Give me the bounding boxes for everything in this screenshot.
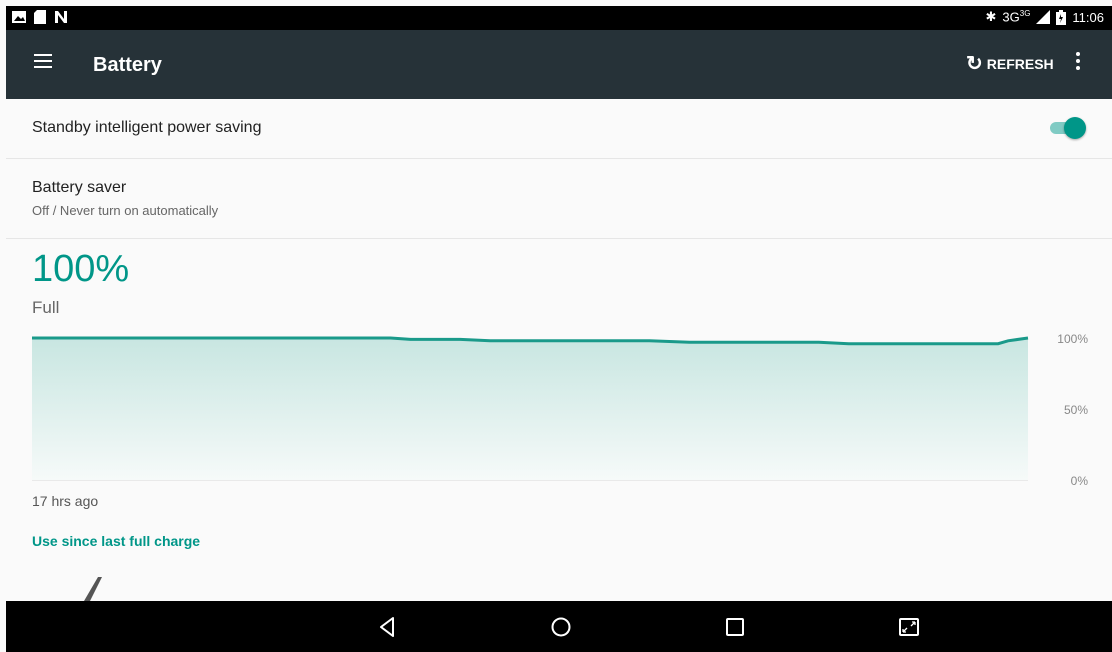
navigation-bar — [6, 601, 1112, 652]
use-since-full-charge-header[interactable]: Use since last full charge — [32, 533, 200, 549]
screen-resize-icon[interactable] — [895, 613, 923, 641]
battery-area — [32, 338, 1028, 480]
y-tick-100: 100% — [1057, 332, 1088, 346]
back-icon[interactable] — [373, 613, 401, 641]
battery-history-chart: 100% 50% 0% — [32, 332, 1089, 488]
recents-icon[interactable] — [721, 613, 749, 641]
graph-start-label: 17 hrs ago — [32, 493, 99, 509]
app-icon-partial — [84, 577, 102, 601]
y-tick-50: 50% — [1064, 403, 1088, 417]
y-tick-0: 0% — [1071, 474, 1089, 488]
home-icon[interactable] — [547, 613, 575, 641]
